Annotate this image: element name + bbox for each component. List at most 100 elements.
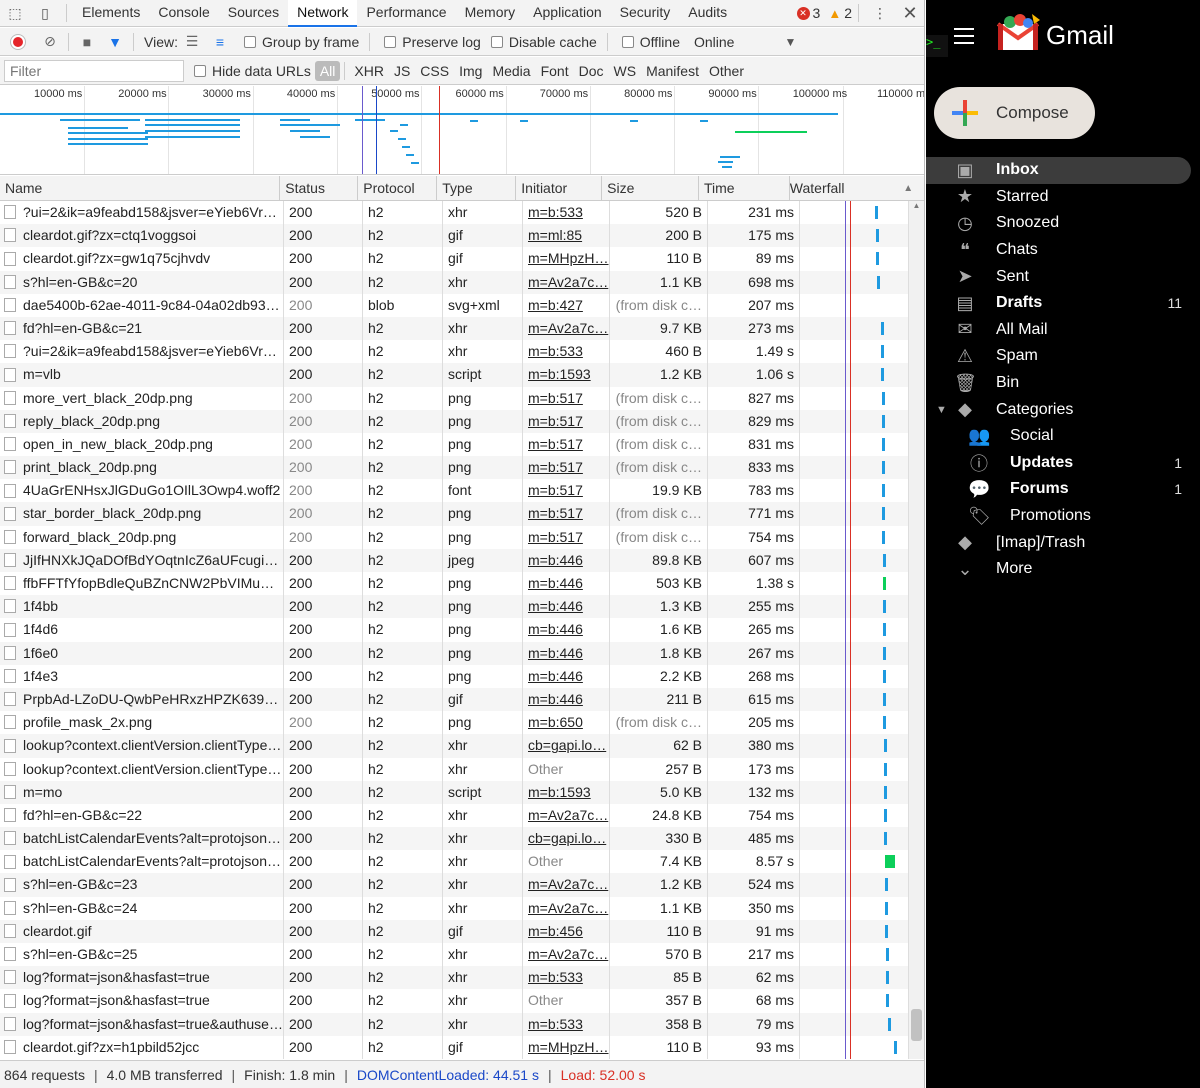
initiator-cell[interactable]: m=MHpzH…	[523, 247, 610, 271]
table-row[interactable]: 4UaGrENHsxJlGDuGo1OIlL3Owp4.woff2 200 h2 fo…	[0, 479, 924, 503]
request-name-cell[interactable]: star_border_black_20dp.png	[0, 502, 284, 526]
chevron-down-icon[interactable]: ▼	[784, 35, 796, 49]
table-row[interactable]: PrpbAd-LZoDU-QwbPeHRxzHPZK639v… 200 h2 gif m…	[0, 687, 924, 712]
initiator-cell[interactable]: m=b:446	[523, 618, 610, 642]
initiator-cell[interactable]: m=b:533	[523, 340, 610, 364]
initiator-cell[interactable]: m=b:517	[523, 479, 610, 503]
table-row[interactable]: 1f4d6 200 h2 png m=b:446 1.6 KB 265 ms	[0, 618, 924, 642]
close-icon[interactable]: ✕	[895, 0, 924, 27]
request-name-cell[interactable]: log?format=json&hasfast=true	[0, 989, 284, 1013]
nav-item-more[interactable]: ⌄ More	[926, 556, 1200, 583]
request-name-cell[interactable]: s?hl=en-GB&c=25	[0, 943, 284, 967]
table-row[interactable]: log?format=json&hasfast=true 200 h2 xhr m=b:…	[0, 966, 924, 990]
initiator-cell[interactable]: m=Av2a7c…	[523, 316, 610, 341]
list-view-icon[interactable]: ☰	[178, 28, 206, 56]
initiator-cell[interactable]: m=Av2a7c…	[523, 803, 610, 828]
nav-item-social[interactable]: 👥 Social	[926, 423, 1200, 450]
filter-type-manifest[interactable]: Manifest	[641, 61, 704, 81]
nav-item-snoozed[interactable]: ◷ Snoozed	[926, 210, 1200, 237]
initiator-cell[interactable]: m=b:517	[523, 456, 610, 480]
request-name-cell[interactable]: fd?hl=en-GB&c=21	[0, 316, 284, 341]
filter-type-css[interactable]: CSS	[415, 61, 454, 81]
table-row[interactable]: JjIfHNXkJQaDOfBdYOqtnIcZ6aUFcugiR… 200 h2 j…	[0, 548, 924, 572]
compose-button[interactable]: Compose	[934, 87, 1095, 139]
table-row[interactable]: open_in_new_black_20dp.png 200 h2 png m=b:51…	[0, 432, 924, 457]
gmail-wordmark[interactable]: Gmail	[1046, 20, 1114, 51]
filter-type-doc[interactable]: Doc	[574, 61, 609, 81]
request-name-cell[interactable]: 1f4d6	[0, 618, 284, 642]
hide-data-urls-checkbox[interactable]	[194, 64, 206, 77]
initiator-cell[interactable]: cb=gapi.lo…	[523, 734, 610, 758]
column-header-type[interactable]: Type	[437, 176, 517, 201]
table-row[interactable]: fd?hl=en-GB&c=22 200 h2 xhr m=Av2a7c… 24.8 KB…	[0, 803, 924, 828]
tab-network[interactable]: Network	[288, 0, 358, 27]
error-count[interactable]: 3	[813, 5, 821, 21]
initiator-cell[interactable]: m=b:533	[523, 966, 610, 990]
table-row[interactable]: s?hl=en-GB&c=20 200 h2 xhr m=Av2a7c… 1.1 KB 69…	[0, 270, 924, 294]
column-header-waterfall[interactable]: Waterfall	[790, 176, 899, 201]
request-name-cell[interactable]: ?ui=2&ik=a9feabd158&jsver=eYieb6VrL…	[0, 340, 284, 364]
request-name-cell[interactable]: ffbFFTfYfopBdleQuBZnCNW2PbVIMuY…	[0, 572, 284, 596]
tab-sources[interactable]: Sources	[219, 0, 288, 27]
filter-type-other[interactable]: Other	[704, 61, 749, 81]
column-header-protocol[interactable]: Protocol	[358, 176, 438, 201]
table-row[interactable]: ?ui=2&ik=a9feabd158&jsver=eYieb6VrL… 200 h…	[0, 201, 924, 225]
initiator-cell[interactable]: m=b:1593	[523, 363, 610, 387]
table-row[interactable]: log?format=json&hasfast=true 200 h2 xhr Othe…	[0, 989, 924, 1013]
initiator-cell[interactable]: m=ml:85	[523, 224, 610, 248]
initiator-cell[interactable]: m=MHpzH…	[523, 1035, 610, 1059]
table-row[interactable]: s?hl=en-GB&c=23 200 h2 xhr m=Av2a7c… 1.2 KB 52…	[0, 873, 924, 897]
nav-item-sent[interactable]: ➤ Sent	[926, 263, 1200, 290]
table-row[interactable]: star_border_black_20dp.png 200 h2 png m=b:51…	[0, 502, 924, 526]
nav-item-starred[interactable]: ★ Starred	[926, 184, 1200, 211]
request-name-cell[interactable]: fd?hl=en-GB&c=22	[0, 803, 284, 828]
nav-item-updates[interactable]: ⓘ Updates 1	[926, 450, 1200, 477]
nav-item-chats[interactable]: ❝ Chats	[926, 237, 1200, 264]
table-row[interactable]: log?format=json&hasfast=true&authuser=0 2…	[0, 1012, 924, 1036]
column-header-status[interactable]: Status	[280, 176, 359, 201]
request-name-cell[interactable]: s?hl=en-GB&c=23	[0, 873, 284, 897]
record-button[interactable]	[11, 34, 25, 49]
filter-type-all[interactable]: All	[314, 60, 341, 81]
filter-type-img[interactable]: Img	[454, 61, 487, 81]
table-row[interactable]: print_black_20dp.png 200 h2 png m=b:517 (from…	[0, 456, 924, 480]
filter-type-xhr[interactable]: XHR	[349, 61, 389, 81]
request-name-cell[interactable]: log?format=json&hasfast=true	[0, 966, 284, 990]
request-name-cell[interactable]: print_black_20dp.png	[0, 456, 284, 480]
filter-icon[interactable]: ▼	[101, 28, 129, 56]
initiator-cell[interactable]: cb=gapi.lo…	[523, 827, 610, 851]
nav-item-drafts[interactable]: ▤ Drafts 11	[926, 290, 1200, 317]
tab-performance[interactable]: Performance	[357, 0, 455, 27]
request-name-cell[interactable]: ?ui=2&ik=a9feabd158&jsver=eYieb6VrL…	[0, 201, 284, 225]
table-row[interactable]: s?hl=en-GB&c=25 200 h2 xhr m=Av2a7c… 570 B 217…	[0, 943, 924, 967]
warning-icon[interactable]: ▲	[828, 6, 841, 21]
initiator-cell[interactable]: m=Av2a7c…	[523, 896, 610, 920]
initiator-cell[interactable]: m=b:517	[523, 386, 610, 410]
waterfall-view-icon[interactable]: ≡	[206, 28, 234, 56]
initiator-cell[interactable]: m=b:446	[523, 664, 610, 688]
request-name-cell[interactable]: 1f4e3	[0, 664, 284, 688]
initiator-cell[interactable]: m=Av2a7c…	[523, 943, 610, 967]
column-header-size[interactable]: Size	[602, 176, 699, 201]
column-header-name[interactable]: Name	[0, 176, 281, 201]
table-row[interactable]: profile_mask_2x.png 200 h2 png m=b:650 (from …	[0, 711, 924, 735]
request-name-cell[interactable]: batchListCalendarEvents?alt=protojson…	[0, 850, 284, 874]
initiator-cell[interactable]: m=b:533	[523, 201, 610, 225]
table-row[interactable]: lookup?context.clientVersion.clientType=…	[0, 757, 924, 781]
table-row[interactable]: m=mo 200 h2 script m=b:1593 5.0 KB 132 ms	[0, 780, 924, 804]
initiator-cell[interactable]: m=b:533	[523, 1012, 610, 1036]
nav-item-promotions[interactable]: 🏷 Promotions	[926, 503, 1200, 530]
throttle-select[interactable]: Online	[694, 34, 734, 50]
nav-item-inbox[interactable]: ▣ Inbox	[926, 157, 1191, 184]
nav-item-categories[interactable]: ▼ ◆ Categories	[926, 396, 1200, 423]
request-name-cell[interactable]: cleardot.gif?zx=h1pbild52jcc	[0, 1035, 284, 1059]
warning-count[interactable]: 2	[844, 5, 852, 21]
initiator-cell[interactable]: m=b:446	[523, 595, 610, 619]
expand-caret-icon[interactable]: ▼	[936, 404, 947, 416]
request-name-cell[interactable]: lookup?context.clientVersion.clientType=…	[0, 734, 284, 758]
table-row[interactable]: m=vlb 200 h2 script m=b:1593 1.2 KB 1.06 s	[0, 363, 924, 387]
initiator-cell[interactable]: m=b:446	[523, 687, 610, 712]
table-row[interactable]: 1f4bb 200 h2 png m=b:446 1.3 KB 255 ms	[0, 595, 924, 619]
initiator-cell[interactable]: m=b:650	[523, 711, 610, 735]
inspect-element-icon[interactable]: ⬚	[0, 0, 30, 27]
